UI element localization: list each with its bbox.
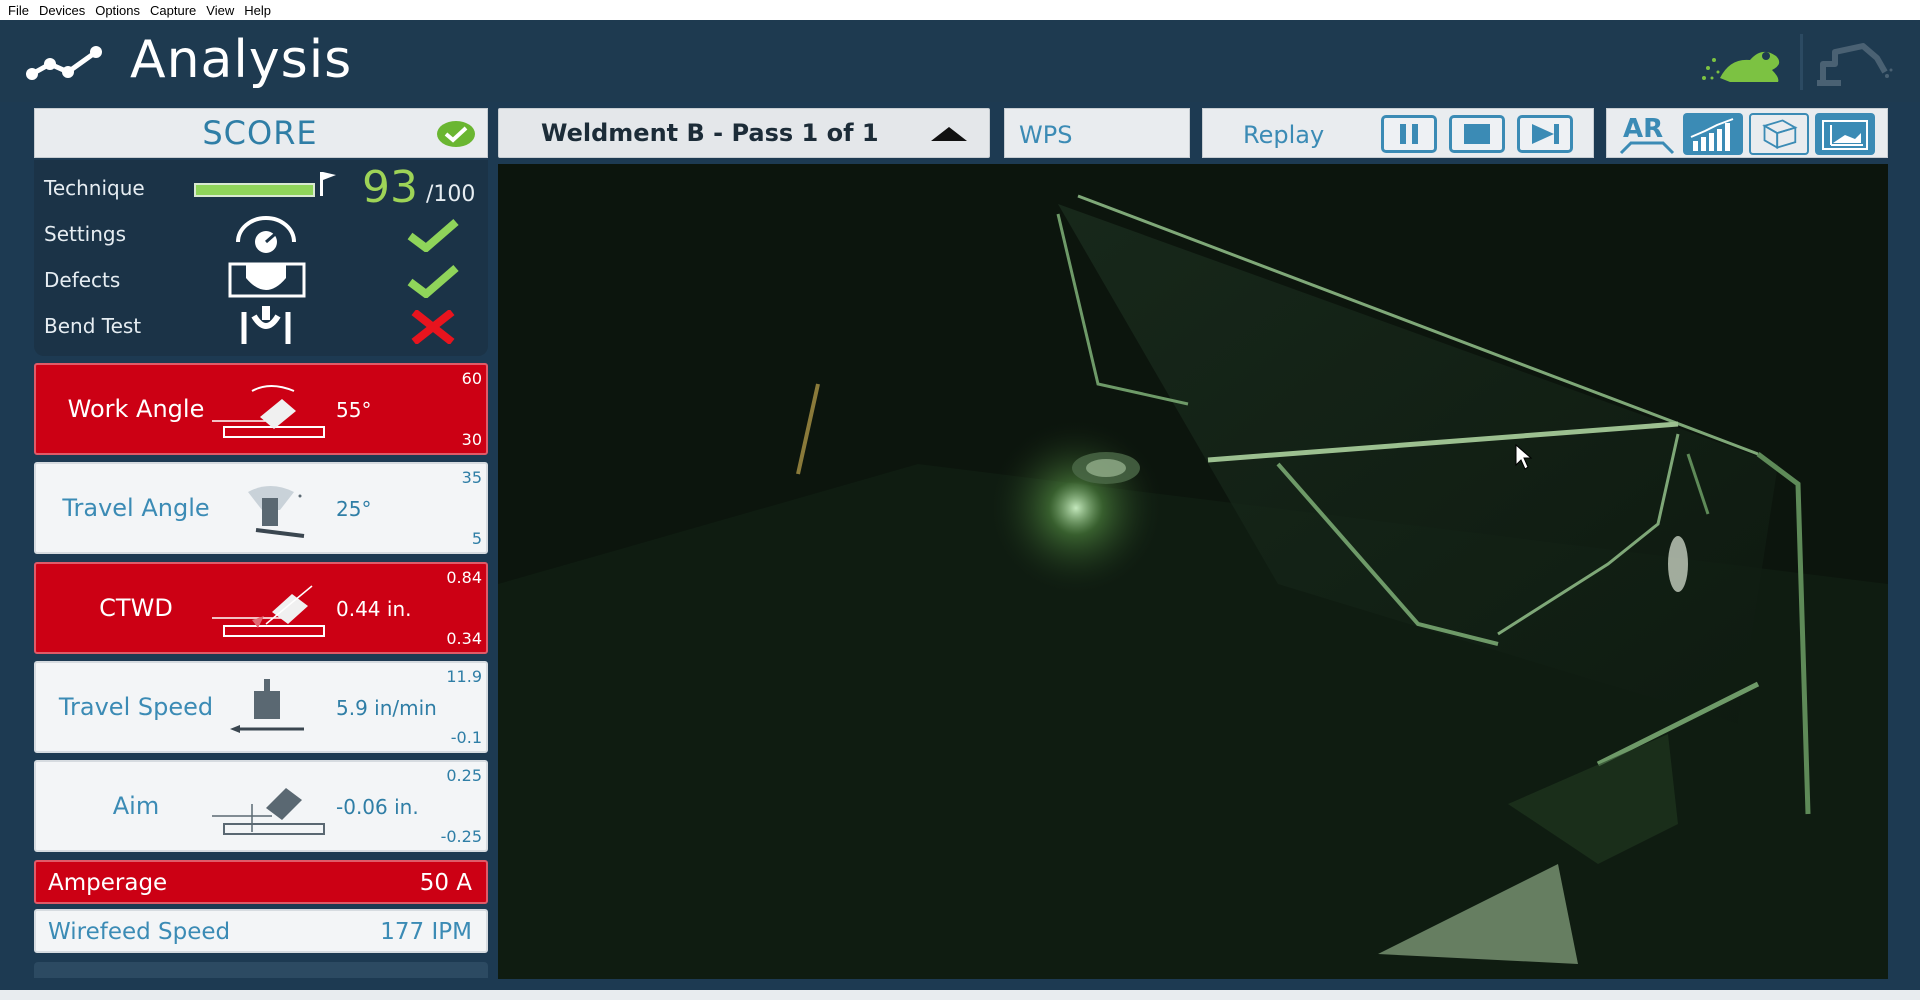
ctwd-card[interactable]: CTWD 0.44 in. 0.84 0.34	[34, 562, 488, 654]
target-flag-icon	[320, 172, 336, 196]
travel-speed-high: 11.9	[446, 667, 482, 686]
weldment-selected: Weldment B - Pass 1 of 1	[541, 119, 879, 147]
bend-test-row[interactable]: Bend Test	[34, 304, 488, 348]
work-angle-value: 55°	[336, 398, 372, 422]
header-divider	[1800, 34, 1803, 90]
menu-options[interactable]: Options	[93, 3, 148, 18]
work-angle-icon	[212, 385, 325, 438]
ctwd-icon	[212, 585, 325, 637]
settings-label: Settings	[44, 222, 127, 246]
wirefeed-speed-card[interactable]: Wirefeed Speed 177 IPM	[34, 909, 488, 953]
view-mode-group: AR	[1606, 108, 1888, 158]
app-header: Analysis	[0, 20, 1920, 102]
menu-file[interactable]: File	[6, 3, 37, 18]
replay-controls: Replay	[1202, 108, 1594, 158]
technique-max: /100	[426, 182, 476, 207]
bend-test-icon	[241, 306, 291, 344]
fail-x-icon	[411, 310, 455, 344]
replay-button[interactable]: Replay	[1243, 121, 1324, 149]
travel-angle-low: 5	[471, 529, 482, 548]
aim-low: -0.25	[440, 827, 482, 846]
ctwd-high: 0.84	[446, 568, 482, 587]
shield-defect-icon	[228, 262, 306, 298]
travel-angle-card[interactable]: Travel Angle 25° 35 5	[34, 462, 488, 554]
stop-button[interactable]	[1449, 115, 1505, 153]
weldment-dropdown[interactable]: Weldment B - Pass 1 of 1	[498, 108, 990, 158]
stop-icon	[1464, 124, 1490, 144]
wps-label: WPS	[1019, 121, 1073, 149]
technique-score: 93	[362, 162, 418, 213]
menu-capture[interactable]: Capture	[148, 3, 204, 18]
menu-help[interactable]: Help	[242, 3, 279, 18]
ctwd-low: 0.34	[446, 629, 482, 648]
work-angle-card[interactable]: Work Angle 55° 60 30	[34, 363, 488, 455]
weld-viewport[interactable]	[498, 164, 1888, 979]
travel-angle-value: 25°	[336, 497, 372, 521]
step-forward-button[interactable]	[1517, 115, 1573, 153]
settings-row[interactable]: Settings	[34, 212, 488, 256]
menu-bar: File Devices Options Capture View Help	[0, 0, 1920, 20]
technique-progress-bar	[194, 183, 315, 197]
gauge-dial-icon	[236, 216, 296, 253]
ctwd-value: 0.44 in.	[336, 597, 412, 621]
travel-speed-low: -0.1	[450, 728, 482, 747]
left-panel-footer	[34, 962, 488, 978]
frog-icon[interactable]	[1700, 38, 1790, 88]
ar-view-button[interactable]: AR	[1617, 113, 1677, 155]
pause-icon	[1400, 124, 1418, 144]
score-panel: Technique 93 /100 Settings Defects Bend …	[34, 160, 488, 356]
score-header: SCORE	[34, 108, 488, 158]
travel-angle-high: 35	[461, 468, 482, 487]
ctwd-label: CTWD	[99, 594, 173, 622]
caret-up-icon[interactable]	[931, 127, 967, 141]
svg-text:AR: AR	[1623, 114, 1663, 144]
work-angle-high: 60	[461, 369, 482, 388]
section-view-icon	[1822, 120, 1868, 150]
aim-icon	[212, 788, 325, 835]
page-title: Analysis	[130, 30, 353, 90]
section-view-button[interactable]	[1815, 113, 1875, 155]
3d-view-button[interactable]	[1749, 113, 1809, 155]
technique-row[interactable]: Technique 93 /100	[34, 162, 488, 213]
weld-scene	[498, 164, 1888, 979]
3d-view-icon	[1762, 119, 1798, 150]
menu-view[interactable]: View	[204, 3, 242, 18]
status-strip	[0, 990, 1920, 1000]
travel-speed-value: 5.9 in/min	[336, 696, 437, 720]
amperage-value: 50 A	[419, 870, 472, 896]
technique-label: Technique	[44, 176, 145, 200]
travel-speed-card[interactable]: Travel Speed 5.9 in/min 11.9 -0.1	[34, 661, 488, 753]
work-angle-low: 30	[461, 430, 482, 449]
aim-card[interactable]: Aim -0.06 in. 0.25 -0.25	[34, 760, 488, 852]
check-circle-icon	[437, 121, 475, 147]
wirefeed-speed-value: 177 IPM	[380, 919, 472, 945]
amperage-card[interactable]: Amperage 50 A	[34, 860, 488, 904]
wps-button[interactable]: WPS	[1004, 108, 1190, 158]
travel-angle-icon	[248, 486, 305, 538]
travel-speed-label: Travel Speed	[58, 693, 214, 721]
pass-check-icon	[407, 218, 459, 252]
ar-view-icon: AR	[1619, 114, 1675, 155]
bend-test-label: Bend Test	[44, 314, 142, 338]
step-forward-icon	[1532, 124, 1559, 144]
graph-view-button[interactable]	[1683, 113, 1743, 155]
amperage-label: Amperage	[48, 870, 168, 896]
menu-devices[interactable]: Devices	[37, 3, 93, 18]
aim-value: -0.06 in.	[336, 795, 419, 819]
score-title: SCORE	[202, 114, 318, 152]
pass-check-icon	[407, 264, 459, 298]
graph-view-icon	[1690, 118, 1734, 151]
analysis-graph-icon	[26, 46, 102, 80]
robot-arm-icon[interactable]	[1815, 38, 1895, 88]
travel-speed-icon	[230, 679, 304, 733]
work-angle-label: Work Angle	[67, 395, 205, 423]
wirefeed-speed-label: Wirefeed Speed	[48, 919, 231, 945]
pause-button[interactable]	[1381, 115, 1437, 153]
aim-high: 0.25	[446, 766, 482, 785]
defects-row[interactable]: Defects	[34, 258, 488, 302]
defects-label: Defects	[44, 268, 121, 292]
aim-label: Aim	[112, 792, 160, 820]
travel-angle-label: Travel Angle	[62, 494, 210, 522]
